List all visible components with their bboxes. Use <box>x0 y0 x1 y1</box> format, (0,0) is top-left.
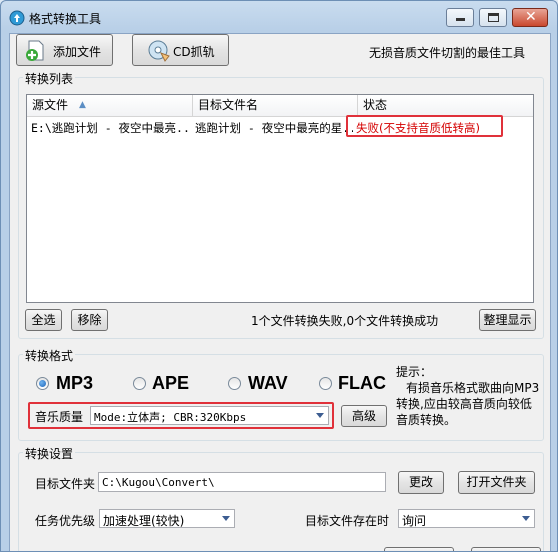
status-highlight-box <box>346 115 503 137</box>
quality-label: 音乐质量 <box>35 410 84 424</box>
cd-rip-button[interactable]: CD抓轨 <box>132 34 229 66</box>
close-icon: ✕ <box>525 9 537 25</box>
target-folder-label: 目标文件夹 <box>35 477 96 491</box>
row-target: 逃跑计划 - 夜空中最亮的星... <box>195 121 353 135</box>
convert-list-label: 转换列表 <box>23 70 76 87</box>
format-option-wav[interactable]: WAV <box>228 373 298 393</box>
column-target[interactable]: 目标文件名 <box>193 95 357 117</box>
cd-rip-label: CD抓轨 <box>173 45 215 59</box>
tidy-button[interactable]: 整理显示 <box>479 309 536 331</box>
minimize-button[interactable] <box>446 8 474 27</box>
format-label: 转换格式 <box>23 347 76 364</box>
column-source[interactable]: 源文件 ▲ <box>27 95 193 117</box>
row-source: E:\逃跑计划 - 夜空中最亮... <box>31 121 191 135</box>
chevron-down-icon[interactable] <box>218 510 234 527</box>
target-folder-input[interactable]: C:\Kugou\Convert\ <box>98 472 386 492</box>
slogan-text: 无损音质文件切割的最佳工具 <box>369 46 526 60</box>
column-source-label: 源文件 <box>32 98 69 112</box>
window-title: 格式转换工具 <box>29 12 102 26</box>
quality-select[interactable]: Mode:立体声; CBR:320Kbps <box>90 406 329 425</box>
column-target-label: 目标文件名 <box>198 98 259 112</box>
format-ape-label: APE <box>152 373 190 393</box>
add-file-button[interactable]: 添加文件 <box>16 34 113 66</box>
format-option-mp3[interactable]: MP3 <box>36 373 106 393</box>
minimize-icon <box>456 18 465 21</box>
format-option-flac[interactable]: FLAC <box>319 373 394 393</box>
bottom-button[interactable] <box>471 547 541 551</box>
summary-text: 1个文件转换失败,0个文件转换成功 <box>251 314 439 328</box>
priority-select[interactable]: 加速处理(较快) <box>99 509 235 528</box>
format-wav-label: WAV <box>248 373 288 393</box>
hint-body: 有损音乐格式歌曲向MP3转换,应由较高音质向较低音质转换。 <box>396 381 540 427</box>
add-file-icon <box>26 40 44 61</box>
column-status-label: 状态 <box>363 98 388 112</box>
sort-ascending-icon: ▲ <box>79 100 86 110</box>
exists-value: 询问 <box>402 514 427 528</box>
chevron-down-icon[interactable] <box>312 407 328 424</box>
settings-group <box>18 452 544 551</box>
add-file-label: 添加文件 <box>53 45 102 59</box>
select-all-button[interactable]: 全选 <box>25 309 62 331</box>
hint-title: 提示： <box>396 365 433 379</box>
radio-flac[interactable] <box>319 377 332 390</box>
close-button[interactable]: ✕ <box>512 8 548 27</box>
advanced-button[interactable]: 高级 <box>341 405 387 427</box>
remove-button[interactable]: 移除 <box>71 309 108 331</box>
format-option-ape[interactable]: APE <box>133 373 203 393</box>
priority-value: 加速处理(较快) <box>103 514 185 528</box>
maximize-button[interactable] <box>479 8 507 27</box>
bottom-button[interactable] <box>384 547 454 551</box>
title-bar[interactable]: 格式转换工具 ✕ <box>1 1 557 35</box>
app-icon <box>9 10 25 26</box>
open-folder-button[interactable]: 打开文件夹 <box>458 471 535 494</box>
format-mp3-label: MP3 <box>56 373 94 393</box>
settings-label: 转换设置 <box>23 445 76 462</box>
column-status[interactable]: 状态 <box>358 95 533 117</box>
exists-select[interactable]: 询问 <box>398 509 535 528</box>
radio-ape[interactable] <box>133 377 146 390</box>
format-flac-label: FLAC <box>338 373 386 393</box>
cd-icon <box>148 40 170 62</box>
converter-window: 格式转换工具 ✕ 添加文件 CD抓轨 无损音质文件切割的最佳工具 转换列表 源文… <box>0 0 558 552</box>
target-folder-value: C:\Kugou\Convert\ <box>102 476 215 489</box>
change-folder-button[interactable]: 更改 <box>398 471 444 494</box>
radio-mp3[interactable] <box>36 377 49 390</box>
radio-wav[interactable] <box>228 377 241 390</box>
chevron-down-icon[interactable] <box>518 510 534 527</box>
maximize-icon <box>488 13 499 22</box>
priority-label: 任务优先级 <box>35 514 96 528</box>
quality-value: Mode:立体声; CBR:320Kbps <box>94 411 247 424</box>
exists-label: 目标文件存在时 <box>305 514 390 528</box>
